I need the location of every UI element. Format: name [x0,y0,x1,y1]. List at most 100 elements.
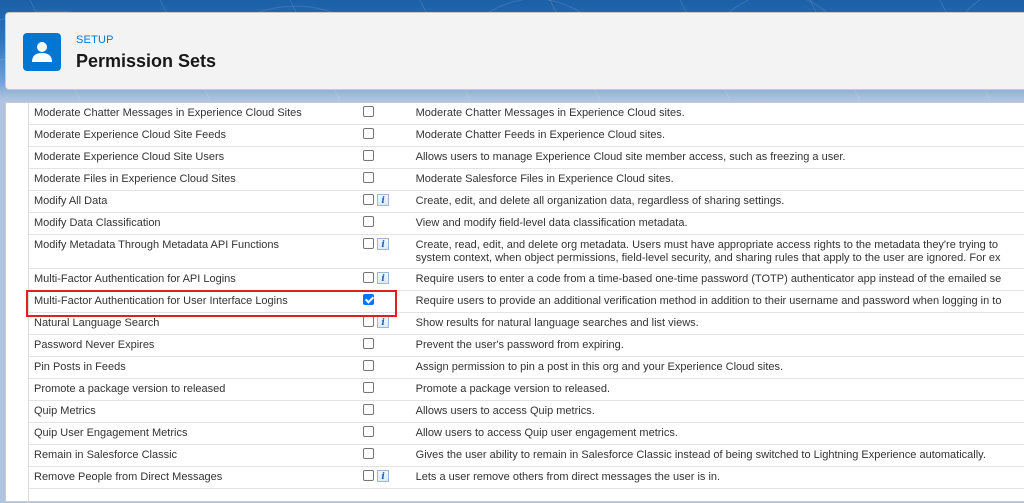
permission-checkbox[interactable] [363,426,375,437]
description-line: View and modify field-level data classif… [415,217,688,229]
permission-description: Prevent the user's password from expirin… [405,334,1024,357]
info-icon[interactable]: i [377,272,390,284]
description-line: Lets a user remove others from direct me… [415,471,721,483]
permission-description: Show results for natural language search… [405,312,1024,335]
table-row: Modify Data Classification View and modif… [29,212,1024,235]
permission-enabled-cell [356,212,406,235]
table-row: Multi-Factor Authentication for User Int… [29,290,1024,313]
table-row: Moderate Files in Experience Cloud Sites… [29,168,1024,191]
permission-description: Moderate Salesforce Files in Experience … [405,168,1024,191]
permission-name: Modify Metadata Through Metadata API Fun… [29,234,357,269]
permission-enabled-cell [356,444,406,467]
permission-name: Promote a package version to released [29,378,357,401]
permission-name: Quip Metrics [29,400,357,423]
permission-name: Multi-Factor Authentication for API Logi… [29,268,357,291]
permission-enabled-cell: i [356,234,406,269]
description-line: Allows users to access Quip metrics. [415,405,595,417]
permission-description: View and modify field-level data classif… [405,212,1024,235]
permission-description: Allows users to access Quip metrics. [405,400,1024,423]
page-title: Permission Sets [76,51,217,71]
permission-description: Lets a user remove others from direct me… [405,466,1024,489]
description-line: Create, read, edit, and delete org metad… [415,239,999,251]
permission-name: Password Never Expires [29,334,357,357]
permission-name: Remain in Salesforce Classic [29,444,357,467]
info-icon[interactable]: i [377,194,390,206]
table-row: Quip Metrics Allows users to access Quip … [29,400,1024,423]
permission-checkbox[interactable] [363,272,375,283]
table-row: Natural Language Search i Show results for… [29,312,1024,335]
permission-name: Pin Posts in Feeds [29,356,357,379]
info-icon[interactable]: i [377,316,390,328]
permission-checkbox[interactable] [363,238,375,249]
permission-checkbox[interactable] [363,448,375,459]
table-row: Quip User Engagement Metrics Allow users … [29,422,1024,445]
permissions-panel: Moderate Chatter Messages in Experience … [5,102,1024,503]
permission-description: Gives the user ability to remain in Sale… [405,444,1024,467]
description-line: Prevent the user's password from expirin… [415,339,624,351]
table-row: Modify All Data i Create, edit, and delete… [29,190,1024,213]
description-line: Create, edit, and delete all organizatio… [415,195,785,207]
permission-description: Moderate Chatter Feeds in Experience Clo… [405,124,1024,147]
description-line: Require users to enter a code from a tim… [415,273,1002,285]
permission-description: Assign permission to pin a post in this … [405,356,1024,379]
table-row: Pin Posts in Feeds Assign permission to p… [29,356,1024,379]
permission-checkbox[interactable] [363,172,375,183]
description-line: Moderate Chatter Messages in Experience … [415,107,685,119]
permission-description: Require users to provide an additional v… [405,290,1024,313]
permission-enabled-cell [356,422,406,445]
permission-checkbox[interactable] [363,470,375,481]
permission-name: Moderate Chatter Messages in Experience … [29,103,357,125]
permission-checkbox[interactable] [363,216,375,227]
permission-description: Moderate Chatter Messages in Experience … [405,103,1024,125]
table-row: Moderate Experience Cloud Site Feeds Mode… [29,124,1024,147]
permission-description: Create, read, edit, and delete org metad… [405,234,1024,269]
permission-description: Promote a package version to released. [405,378,1024,401]
permission-enabled-cell [356,400,406,423]
page-header: SETUP Permission Sets [5,12,1024,90]
table-row: Remove People from Direct Messages i Lets … [29,466,1024,489]
permission-checkbox[interactable] [363,106,375,117]
permission-checkbox[interactable] [363,338,375,349]
permission-name: Moderate Experience Cloud Site Users [29,146,357,169]
permission-checkbox[interactable] [363,404,375,415]
permission-enabled-cell: i [356,268,406,291]
permission-checkbox[interactable] [363,382,375,393]
permission-name: Moderate Files in Experience Cloud Sites [29,168,357,191]
table-row: Promote a package version to released Pro… [29,378,1024,401]
page-eyebrow: SETUP [76,34,114,46]
description-line: Gives the user ability to remain in Sale… [415,449,986,461]
permission-checkbox[interactable] [363,194,375,205]
permission-name: Moderate Experience Cloud Site Feeds [29,124,357,147]
table-row: Password Never Expires Prevent the user's… [29,334,1024,357]
permission-enabled-cell [356,168,406,191]
permission-checkbox[interactable] [363,360,375,371]
permission-enabled-cell: i [356,466,406,489]
permission-enabled-cell [356,124,406,147]
permission-enabled-cell [356,378,406,401]
description-line: Moderate Chatter Feeds in Experience Clo… [415,129,666,141]
description-line: Allow users to access Quip user engageme… [415,427,678,439]
description-line: Assign permission to pin a post in this … [415,361,784,373]
info-icon[interactable]: i [377,238,390,250]
description-line: Promote a package version to released. [415,383,611,395]
permission-description: Allows users to manage Experience Cloud … [405,146,1024,169]
info-icon[interactable]: i [377,470,390,482]
permission-enabled-cell [356,334,406,357]
permission-enabled-cell [356,103,406,125]
description-line: system context, when object permissions,… [415,252,1001,264]
permission-sets-tile [23,33,61,71]
permissions-table: Moderate Chatter Messages in Experience … [29,103,1024,489]
permission-description: Allow users to access Quip user engageme… [405,422,1024,445]
table-row: Moderate Experience Cloud Site Users Allo… [29,146,1024,169]
permission-checkbox[interactable] [363,294,375,305]
description-line: Require users to provide an additional v… [415,295,1002,307]
permission-checkbox[interactable] [363,316,375,327]
permission-checkbox[interactable] [363,128,375,139]
permission-description: Create, edit, and delete all organizatio… [405,190,1024,213]
permission-checkbox[interactable] [363,150,375,161]
permission-name: Modify All Data [29,190,357,213]
permission-enabled-cell [356,356,406,379]
description-line: Allows users to manage Experience Cloud … [415,151,846,163]
permission-name: Quip User Engagement Metrics [29,422,357,445]
permission-name: Remove People from Direct Messages [29,466,357,489]
